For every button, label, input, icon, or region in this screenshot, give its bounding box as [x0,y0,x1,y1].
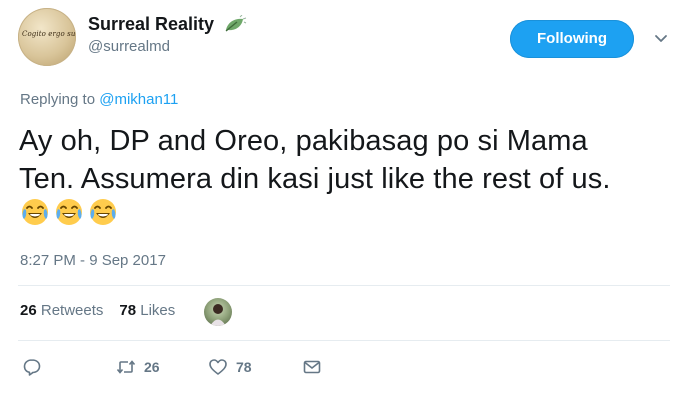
tweet-stats: 26 Retweets 78 Likes [20,302,175,319]
tears-of-joy-emoji-icon [22,199,48,225]
liker-avatar[interactable] [204,298,232,326]
retweets-label: Retweets [40,302,104,319]
retweets-count: 26 [20,302,37,319]
reply-mention-link[interactable]: @mikhan11 [99,91,178,108]
tweet-timestamp[interactable]: 8:27 PM - 9 Sep 2017 [20,252,166,269]
like-button[interactable]: 78 [208,356,252,378]
emoji-row [20,197,122,229]
envelope-icon [303,360,321,374]
tweet-header: Cogito ergo sum Surreal Reality @surreal… [18,8,668,72]
divider [18,340,670,341]
heart-icon [209,359,227,375]
following-button[interactable]: Following [510,20,634,58]
author-handle[interactable]: @surrealmd [88,38,247,55]
direct-message-button[interactable] [302,356,322,378]
tweet-text: Ay oh, DP and Oreo, pakibasag po si Mama… [19,122,669,198]
tweet-text-line-2: Ten. Assumera din kasi just like the res… [19,163,611,195]
divider [18,285,670,286]
replying-to-label: Replying to [20,91,96,108]
retweets-stat[interactable]: 26 Retweets [20,302,103,319]
retweet-action-count: 26 [144,359,160,375]
chevron-down-icon[interactable] [654,32,668,46]
tears-of-joy-emoji-icon [90,199,116,225]
reply-icon [23,359,41,376]
retweet-button[interactable]: 26 [116,356,160,378]
likes-stat[interactable]: 78 Likes [119,302,175,319]
tears-of-joy-emoji-icon [56,199,82,225]
leaf-icon [225,14,246,32]
author-avatar[interactable]: Cogito ergo sum [18,8,76,66]
retweet-icon [116,360,136,374]
tweet-text-line-1: Ay oh, DP and Oreo, pakibasag po si Mama [19,125,588,157]
likes-count: 78 [119,302,137,319]
reply-button[interactable] [22,356,42,378]
person-silhouette-icon [210,304,226,326]
replying-to: Replying to @mikhan11 [20,91,178,108]
likes-label: Likes [140,302,176,319]
author-display-name[interactable]: Surreal Reality [88,14,214,35]
avatar-inscription: Cogito ergo sum [22,30,76,38]
author-info: Surreal Reality @surrealmd [88,14,247,55]
like-action-count: 78 [236,359,252,375]
